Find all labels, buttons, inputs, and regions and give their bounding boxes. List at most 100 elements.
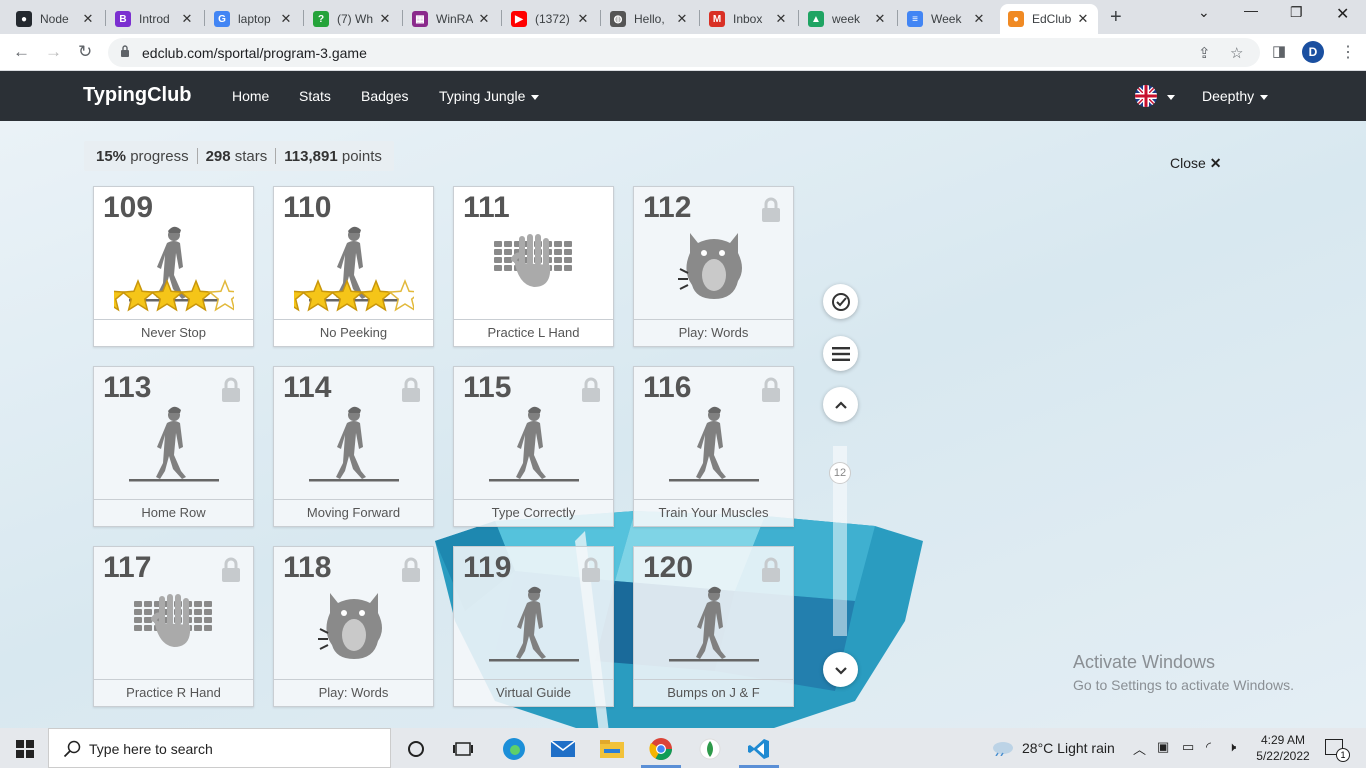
reload-icon[interactable]: ↻ (78, 42, 92, 62)
browser-tab[interactable]: ▦ WinRA ✕ (404, 4, 499, 34)
search-placeholder: Type here to search (89, 741, 213, 757)
browser-tab[interactable]: ● Node ✕ (8, 4, 103, 34)
scroll-down-button[interactable] (823, 652, 858, 687)
language-chevron-icon[interactable] (1167, 95, 1175, 100)
vscode-icon[interactable] (746, 736, 772, 762)
tab-close-icon[interactable]: ✕ (81, 11, 95, 27)
uk-flag-icon[interactable] (1135, 85, 1157, 107)
lesson-card[interactable]: 112 Play: Words (633, 186, 794, 347)
bookmark-star-icon[interactable]: ☆ (1230, 44, 1243, 62)
share-icon[interactable]: ⇪ (1198, 44, 1211, 62)
tab-close-icon[interactable]: ✕ (774, 11, 788, 27)
tab-close-icon[interactable]: ✕ (675, 11, 689, 27)
browser-tab[interactable]: ● EdClub ✕ (1000, 4, 1098, 34)
omnibox[interactable]: edclub.com/sportal/program-3.game ⇪ ☆ (108, 38, 1260, 67)
brand-logo[interactable]: TypingClub (83, 84, 192, 107)
tab-title: Week (931, 12, 962, 26)
browser-tab[interactable]: Glaptop ✕ (206, 4, 301, 34)
tab-close-icon[interactable]: ✕ (1076, 11, 1090, 27)
edge-icon[interactable] (501, 736, 527, 762)
menu-button[interactable] (823, 336, 858, 371)
points-value: 113,891 (284, 147, 338, 165)
tab-close-icon[interactable]: ✕ (576, 11, 590, 27)
completed-filter-button[interactable] (823, 284, 858, 319)
lesson-card[interactable]: 113 Home Row (93, 366, 254, 527)
tab-close-icon[interactable]: ✕ (180, 11, 194, 27)
forward-icon[interactable]: → (45, 42, 62, 62)
tab-favicon-icon: ▦ (412, 11, 428, 27)
lesson-card[interactable]: 116 Train Your Muscles (633, 366, 794, 527)
lesson-card[interactable]: 118 Play: Words (273, 546, 434, 707)
meet-now-icon[interactable]: ▣ (1157, 739, 1169, 755)
nav-typing-jungle[interactable]: Typing Jungle (439, 88, 540, 104)
tab-separator (699, 10, 700, 26)
browser-tab[interactable]: M Inbox ✕ (701, 4, 796, 34)
chevron-down-icon (531, 94, 540, 100)
weather-widget[interactable]: 28°C Light rain (1022, 740, 1115, 756)
nav-home[interactable]: Home (232, 88, 269, 104)
activate-windows-watermark: Activate Windows Go to Settings to activ… (1073, 652, 1294, 693)
tab-close-icon[interactable]: ✕ (873, 11, 887, 27)
tab-close-icon[interactable]: ✕ (477, 11, 491, 27)
mail-icon[interactable] (550, 736, 576, 762)
notification-center-icon[interactable]: 1 (1325, 739, 1350, 762)
star-icon (207, 278, 234, 312)
windows-start-icon[interactable] (16, 740, 34, 758)
browser-tab[interactable]: ◍ Hello, ✕ (602, 4, 697, 34)
windows-taskbar: Type here to search 28°C Light rain ︿ ▣ … (0, 728, 1366, 768)
mongodb-icon[interactable] (697, 736, 723, 762)
task-view-icon[interactable] (450, 736, 476, 762)
lesson-card[interactable]: 114 Moving Forward (273, 366, 434, 527)
close-window-button[interactable]: ✕ (1336, 4, 1349, 24)
taskbar-search-box[interactable]: Type here to search (48, 728, 391, 768)
search-icon (63, 740, 81, 758)
battery-icon[interactable]: ▭ (1182, 739, 1194, 755)
lesson-title: Moving Forward (274, 499, 433, 526)
volume-muted-icon[interactable]: 🕨 (1228, 739, 1236, 755)
lesson-title: Home Row (94, 499, 253, 526)
scroll-up-button[interactable] (823, 387, 858, 422)
browser-menu-icon[interactable]: ⋮ (1340, 42, 1356, 62)
lock-icon (121, 45, 129, 57)
lesson-title: Virtual Guide (454, 679, 613, 706)
lesson-card[interactable]: 109 Never Stop (93, 186, 254, 347)
profile-avatar[interactable]: D (1302, 41, 1324, 63)
lesson-card[interactable]: 117 Practice R Hand (93, 546, 254, 707)
walking-person-icon (489, 586, 579, 662)
new-tab-button[interactable]: + (1110, 6, 1122, 29)
cortana-icon[interactable] (403, 736, 429, 762)
user-menu[interactable]: Deepthy (1202, 88, 1269, 104)
lesson-card[interactable]: 111 Practice L Hand (453, 186, 614, 347)
lesson-card[interactable]: 120 Bumps on J & F (633, 546, 794, 707)
lesson-card[interactable]: 115 Type Correctly (453, 366, 614, 527)
tab-close-icon[interactable]: ✕ (378, 11, 392, 27)
tab-favicon-icon: ≡ (907, 11, 923, 27)
stars-value: 298 (205, 147, 231, 165)
tab-close-icon[interactable]: ✕ (279, 11, 293, 27)
watermark-title: Activate Windows (1073, 652, 1216, 672)
maximize-button[interactable]: ❐ (1290, 4, 1303, 21)
system-clock[interactable]: 4:29 AM 5/22/2022 (1255, 732, 1311, 764)
nav-badges[interactable]: Badges (361, 88, 408, 104)
side-panel-icon[interactable]: ◨ (1272, 42, 1286, 60)
nav-stats[interactable]: Stats (299, 88, 331, 104)
lesson-card[interactable]: 119 Virtual Guide (453, 546, 614, 707)
browser-tab[interactable]: ▲ week ✕ (800, 4, 895, 34)
browser-tab[interactable]: B Introd ✕ (107, 4, 202, 34)
tab-close-icon[interactable]: ✕ (972, 11, 986, 27)
chrome-icon[interactable] (648, 736, 674, 762)
minimize-button[interactable]: — (1244, 2, 1258, 18)
progress-summary: 15% progress 298 stars 113,891 points (84, 141, 394, 171)
file-explorer-icon[interactable] (599, 736, 625, 762)
lesson-card[interactable]: 110 No Peeking (273, 186, 434, 347)
lesson-title: Practice L Hand (454, 319, 613, 346)
browser-tab[interactable]: ≡ Week ✕ (899, 4, 994, 34)
wifi-icon[interactable]: ◜ (1206, 739, 1211, 755)
close-button[interactable]: Close ✕ (1170, 155, 1221, 172)
browser-tab[interactable]: ? (7) Wh ✕ (305, 4, 400, 34)
tab-title: (1372) (535, 12, 570, 26)
tray-chevron-up-icon[interactable]: ︿ (1133, 739, 1146, 758)
browser-tab[interactable]: ▶ (1372) ✕ (503, 4, 598, 34)
tab-search-icon[interactable]: ⌄ (1198, 4, 1210, 21)
back-icon[interactable]: ← (13, 42, 30, 62)
